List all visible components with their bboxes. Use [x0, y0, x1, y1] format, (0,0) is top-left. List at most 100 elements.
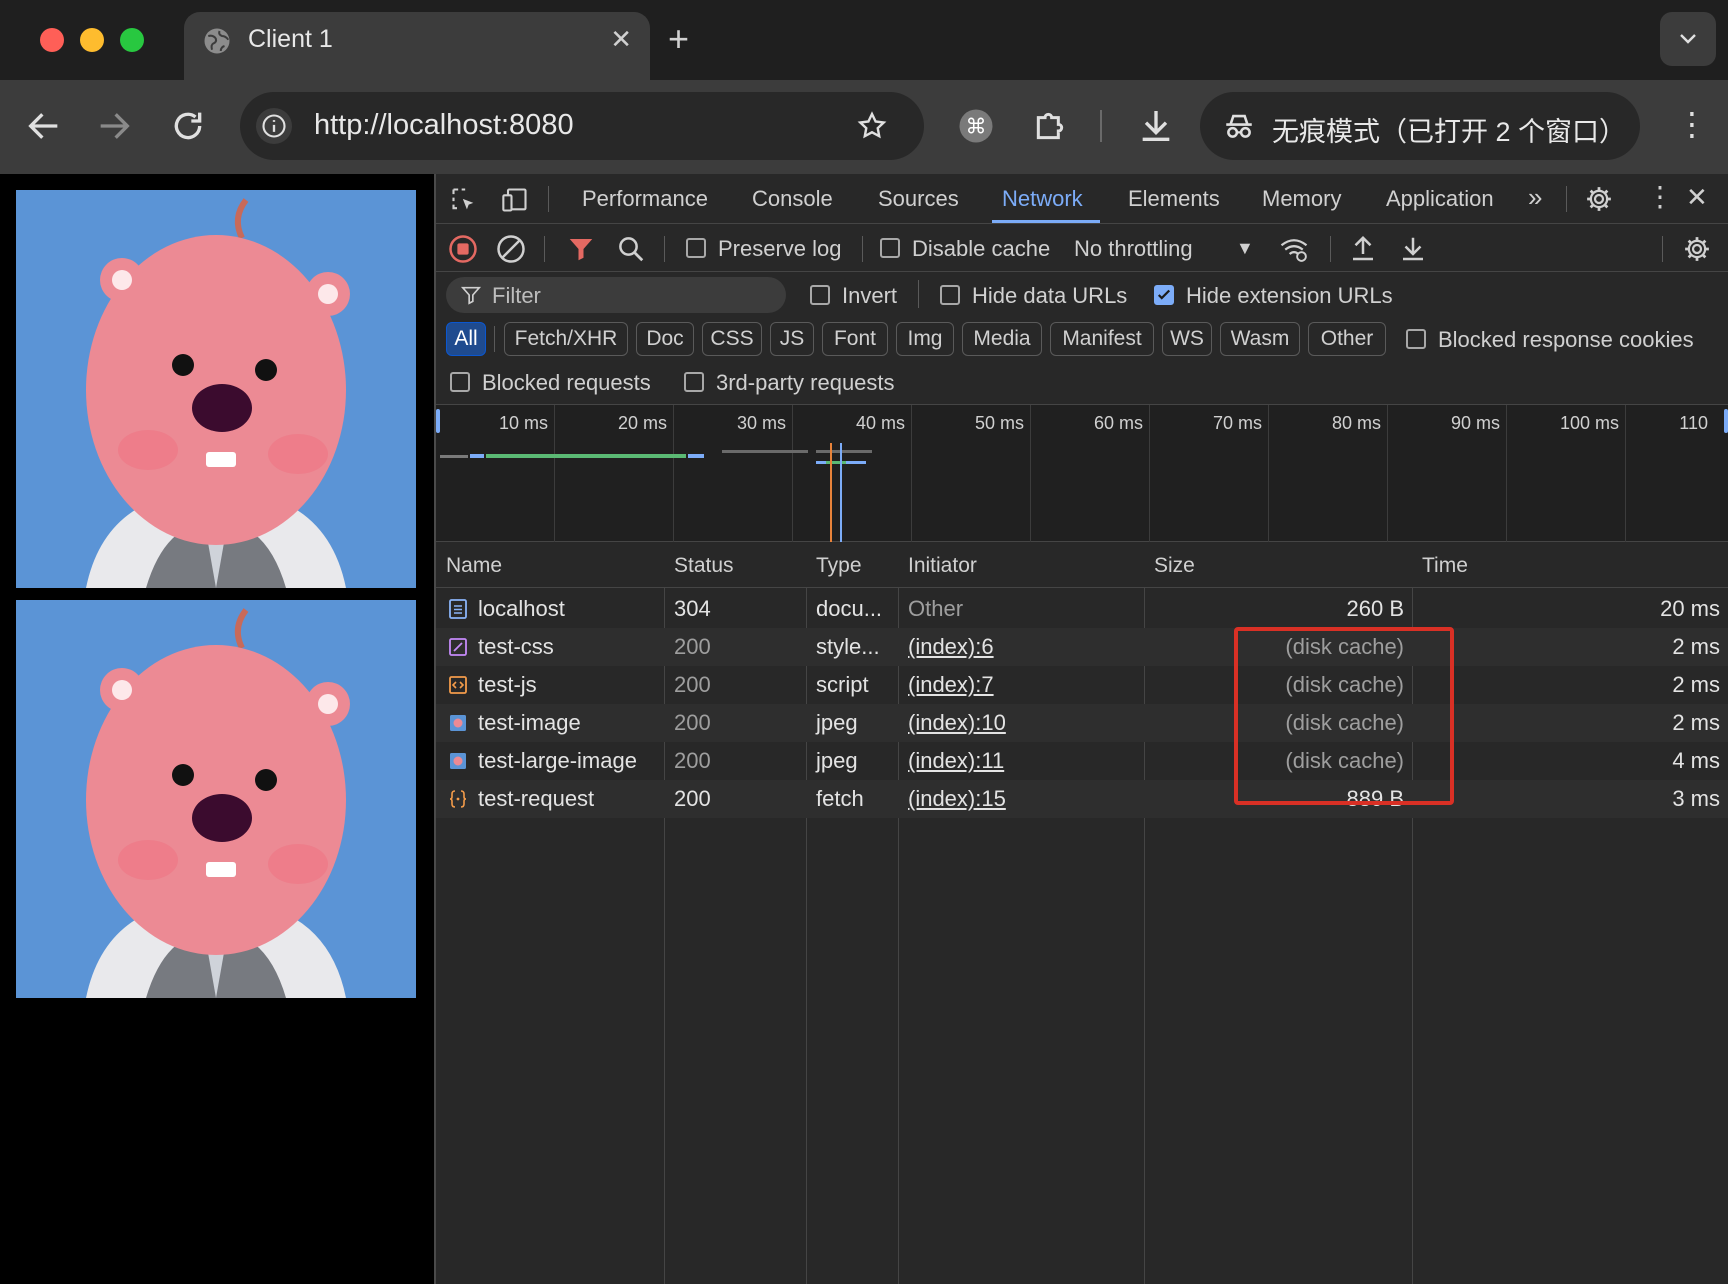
- command-extension-icon[interactable]: ⌘: [958, 108, 994, 144]
- search-icon[interactable]: [616, 234, 646, 264]
- tab-network[interactable]: Network: [1002, 186, 1083, 212]
- chip-fetch-xhr[interactable]: Fetch/XHR: [504, 322, 628, 356]
- tab-elements[interactable]: Elements: [1128, 186, 1220, 212]
- table-row[interactable]: test-large-image 200 jpeg (index):11 (di…: [436, 742, 1728, 780]
- inspect-element-icon[interactable]: [450, 186, 478, 214]
- minimize-window-button[interactable]: [80, 28, 104, 52]
- request-initiator-link[interactable]: (index):11: [908, 748, 1004, 774]
- table-row[interactable]: test-js 200 script (index):7 (disk cache…: [436, 666, 1728, 704]
- close-window-button[interactable]: [40, 28, 64, 52]
- devtools-menu-icon[interactable]: ⋮: [1646, 180, 1674, 213]
- chip-all[interactable]: All: [446, 322, 486, 356]
- table-header: Name Status Type Initiator Size Time: [436, 542, 1728, 588]
- timeline-tick-label: 60 ms: [1093, 413, 1143, 433]
- chip-ws[interactable]: WS: [1162, 322, 1212, 356]
- record-stop-icon[interactable]: [448, 234, 478, 264]
- tab-sources[interactable]: Sources: [878, 186, 959, 212]
- browser-tab[interactable]: Client 1 ✕: [184, 12, 650, 80]
- column-header-initiator[interactable]: Initiator: [908, 554, 977, 578]
- throttling-dropdown-icon[interactable]: ▼: [1236, 238, 1254, 259]
- request-name[interactable]: test-image: [478, 710, 581, 736]
- extensions-puzzle-icon[interactable]: [1030, 106, 1070, 146]
- chip-manifest[interactable]: Manifest: [1050, 322, 1154, 356]
- test-image-preview: [16, 190, 416, 588]
- request-initiator-link[interactable]: (index):10: [908, 710, 1006, 736]
- device-toolbar-icon[interactable]: [500, 186, 530, 214]
- filter-input[interactable]: Filter: [446, 277, 786, 313]
- incognito-label: 无痕模式（已打开 2 个窗口）: [1272, 117, 1627, 147]
- blocked-response-cookies-checkbox[interactable]: [1406, 329, 1426, 349]
- request-name[interactable]: test-css: [478, 634, 554, 660]
- table-row[interactable]: test-request 200 fetch (index):15 889 B …: [436, 780, 1728, 818]
- tab-close-icon[interactable]: ✕: [610, 24, 632, 55]
- address-bar[interactable]: http://localhost:8080: [240, 92, 924, 160]
- timeline-overview[interactable]: 10 ms 20 ms 30 ms 40 ms 50 ms 60 ms 70 m…: [436, 404, 1728, 543]
- bookmark-star-icon[interactable]: [856, 110, 888, 142]
- request-name[interactable]: test-request: [478, 786, 594, 812]
- request-type: style...: [816, 634, 880, 659]
- chip-other[interactable]: Other: [1308, 322, 1386, 356]
- timeline-handle-right[interactable]: [1724, 409, 1728, 433]
- forward-icon[interactable]: [94, 106, 134, 146]
- more-tabs-icon[interactable]: »: [1528, 182, 1542, 213]
- chip-media[interactable]: Media: [962, 322, 1042, 356]
- hide-data-urls-checkbox[interactable]: [940, 285, 960, 305]
- request-initiator: Other: [908, 596, 964, 621]
- request-name[interactable]: test-large-image: [478, 748, 637, 774]
- request-name[interactable]: test-js: [478, 672, 537, 698]
- throttling-select[interactable]: No throttling: [1074, 236, 1193, 262]
- column-header-size[interactable]: Size: [1154, 554, 1195, 578]
- incognito-indicator[interactable]: 无痕模式（已打开 2 个窗口）: [1200, 92, 1640, 160]
- timeline-handle-left[interactable]: [436, 409, 440, 433]
- request-status: 304: [674, 596, 711, 621]
- toolbar-separator: [1100, 110, 1102, 142]
- chip-font[interactable]: Font: [822, 322, 888, 356]
- column-header-time[interactable]: Time: [1422, 554, 1468, 578]
- chip-js[interactable]: JS: [770, 322, 814, 356]
- filter-funnel-icon[interactable]: [566, 234, 596, 264]
- new-tab-icon[interactable]: +: [668, 18, 689, 60]
- invert-checkbox[interactable]: [810, 285, 830, 305]
- site-info-icon[interactable]: [256, 108, 292, 144]
- settings-gear-icon[interactable]: [1584, 184, 1614, 214]
- download-icon[interactable]: [1136, 106, 1176, 146]
- tab-application[interactable]: Application: [1386, 186, 1494, 212]
- table-row[interactable]: test-image 200 jpeg (index):10 (disk cac…: [436, 704, 1728, 742]
- third-party-requests-checkbox[interactable]: [684, 372, 704, 392]
- import-har-icon[interactable]: [1348, 234, 1378, 264]
- tab-title: Client 1: [248, 25, 333, 53]
- request-initiator-link[interactable]: (index):6: [908, 634, 994, 660]
- request-initiator-link[interactable]: (index):7: [908, 672, 994, 698]
- tab-search-button[interactable]: [1660, 12, 1716, 66]
- network-settings-gear-icon[interactable]: [1682, 234, 1712, 264]
- table-row[interactable]: test-css 200 style... (index):6 (disk ca…: [436, 628, 1728, 666]
- table-row[interactable]: localhost 304 docu... Other 260 B 20 ms: [436, 590, 1728, 628]
- chip-wasm[interactable]: Wasm: [1220, 322, 1300, 356]
- url-text[interactable]: http://localhost:8080: [314, 109, 574, 142]
- tab-performance[interactable]: Performance: [582, 186, 708, 212]
- chip-img[interactable]: Img: [896, 322, 954, 356]
- close-devtools-icon[interactable]: ✕: [1686, 182, 1708, 213]
- request-name[interactable]: localhost: [478, 596, 565, 622]
- tab-console[interactable]: Console: [752, 186, 833, 212]
- export-har-icon[interactable]: [1398, 234, 1428, 264]
- blocked-requests-checkbox[interactable]: [450, 372, 470, 392]
- column-header-type[interactable]: Type: [816, 554, 862, 578]
- clear-icon[interactable]: [496, 234, 526, 264]
- timeline-tick-label: 50 ms: [974, 413, 1024, 433]
- tab-memory[interactable]: Memory: [1262, 186, 1341, 212]
- network-conditions-icon[interactable]: [1278, 234, 1310, 264]
- disable-cache-checkbox[interactable]: [880, 238, 900, 258]
- chip-doc[interactable]: Doc: [636, 322, 694, 356]
- browser-menu-icon[interactable]: ⋮: [1676, 104, 1708, 144]
- back-icon[interactable]: [24, 106, 64, 146]
- column-header-status[interactable]: Status: [674, 554, 734, 578]
- preserve-log-checkbox[interactable]: [686, 238, 706, 258]
- column-header-name[interactable]: Name: [446, 554, 502, 578]
- request-initiator-link[interactable]: (index):15: [908, 786, 1006, 812]
- timeline-bar-green: [486, 454, 686, 458]
- reload-icon[interactable]: [168, 106, 208, 146]
- filter-separator: [918, 280, 919, 308]
- chip-css[interactable]: CSS: [702, 322, 762, 356]
- maximize-window-button[interactable]: [120, 28, 144, 52]
